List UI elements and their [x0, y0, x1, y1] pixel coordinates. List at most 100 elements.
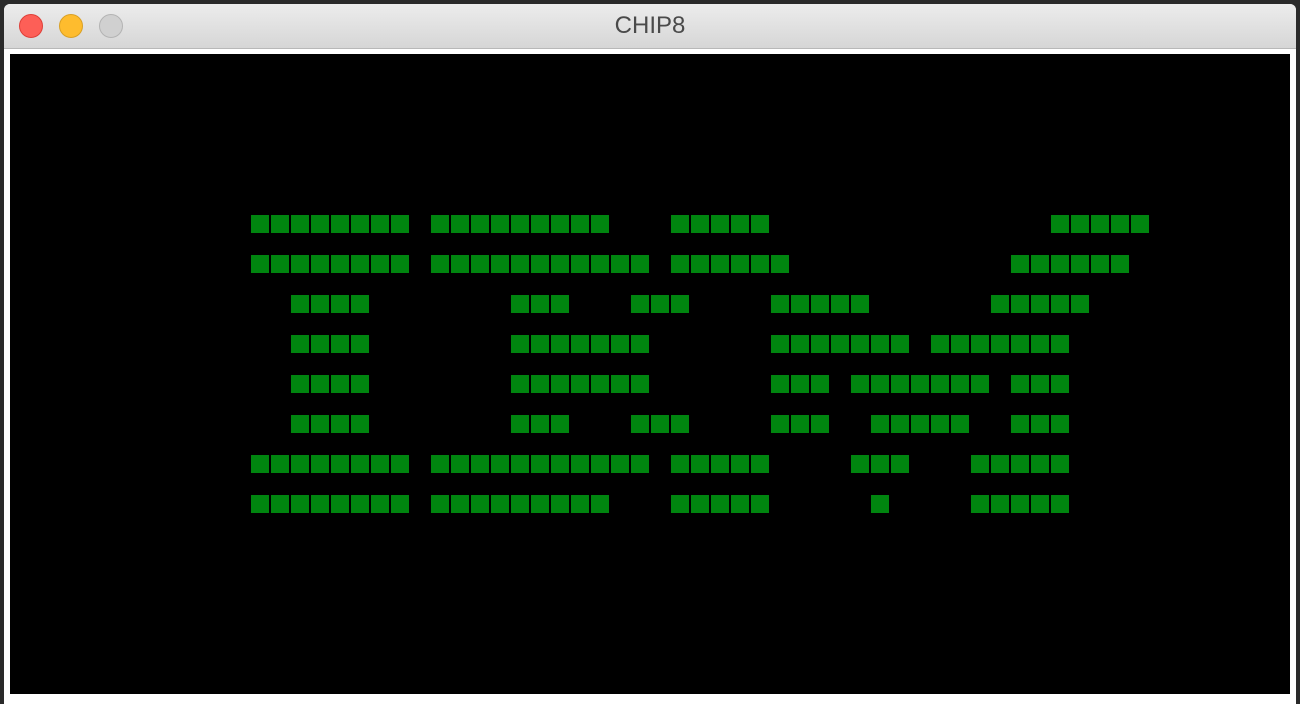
display-pixel — [611, 255, 629, 273]
display-pixel — [671, 215, 689, 233]
display-pixel — [1031, 375, 1049, 393]
display-pixel — [311, 255, 329, 273]
display-pixel — [811, 375, 829, 393]
display-pixel — [691, 495, 709, 513]
display-pixel — [831, 335, 849, 353]
display-pixel — [331, 495, 349, 513]
display-pixel — [271, 255, 289, 273]
display-pixel — [451, 455, 469, 473]
display-pixel — [931, 415, 949, 433]
display-pixel — [551, 415, 569, 433]
display-pixel — [671, 415, 689, 433]
display-pixel — [691, 455, 709, 473]
display-pixel — [651, 415, 669, 433]
display-pixel — [251, 455, 269, 473]
display-pixel — [971, 495, 989, 513]
display-pixel — [1011, 335, 1029, 353]
display-pixel — [771, 375, 789, 393]
display-pixel — [671, 295, 689, 313]
display-pixel — [731, 455, 749, 473]
display-pixel — [491, 255, 509, 273]
display-pixel — [351, 455, 369, 473]
display-pixel — [791, 415, 809, 433]
display-pixel — [751, 255, 769, 273]
display-pixel — [251, 215, 269, 233]
display-pixel — [491, 455, 509, 473]
display-pixel — [971, 455, 989, 473]
display-pixel — [491, 495, 509, 513]
display-pixel — [531, 375, 549, 393]
display-pixel — [851, 455, 869, 473]
emulator-display[interactable] — [10, 54, 1290, 694]
display-pixel — [291, 455, 309, 473]
window-title: CHIP8 — [614, 12, 686, 39]
display-pixel — [671, 255, 689, 273]
display-pixel — [351, 375, 369, 393]
display-pixel — [631, 295, 649, 313]
display-pixel — [611, 375, 629, 393]
display-pixel — [951, 375, 969, 393]
display-pixel — [731, 495, 749, 513]
display-pixel — [891, 415, 909, 433]
display-pixel — [1031, 255, 1049, 273]
display-pixel — [351, 415, 369, 433]
display-pixel — [1091, 215, 1109, 233]
display-pixel — [711, 455, 729, 473]
display-pixel — [551, 495, 569, 513]
display-pixel — [631, 455, 649, 473]
display-pixel — [371, 495, 389, 513]
display-pixel — [851, 375, 869, 393]
display-pixel — [291, 255, 309, 273]
display-pixel — [771, 335, 789, 353]
display-pixel — [871, 415, 889, 433]
display-pixel — [991, 455, 1009, 473]
display-pixel — [271, 455, 289, 473]
display-pixel — [771, 415, 789, 433]
display-pixel — [1051, 495, 1069, 513]
display-pixel — [691, 255, 709, 273]
display-pixel — [291, 335, 309, 353]
display-pixel — [591, 215, 609, 233]
display-pixel — [371, 455, 389, 473]
display-pixel — [471, 255, 489, 273]
display-pixel — [1011, 255, 1029, 273]
display-pixel — [311, 415, 329, 433]
display-pixel — [331, 455, 349, 473]
display-pixel — [1091, 255, 1109, 273]
display-pixel — [511, 495, 529, 513]
display-pixel — [751, 495, 769, 513]
title-bar[interactable]: CHIP8 — [4, 4, 1296, 49]
display-pixel — [571, 375, 589, 393]
display-pixel — [691, 215, 709, 233]
display-pixel — [971, 335, 989, 353]
display-pixel — [531, 495, 549, 513]
display-pixel — [1011, 295, 1029, 313]
display-pixel — [771, 255, 789, 273]
display-pixel — [551, 255, 569, 273]
display-pixel — [551, 375, 569, 393]
display-pixel — [391, 495, 409, 513]
display-pixel — [931, 335, 949, 353]
display-pixel — [351, 335, 369, 353]
display-pixel — [571, 215, 589, 233]
display-pixel — [1051, 215, 1069, 233]
display-pixel — [791, 295, 809, 313]
display-pixel — [1051, 295, 1069, 313]
display-pixel — [551, 215, 569, 233]
display-pixel — [711, 495, 729, 513]
display-pixel — [391, 455, 409, 473]
display-pixel — [591, 375, 609, 393]
display-pixel — [1031, 415, 1049, 433]
display-pixel — [511, 375, 529, 393]
display-pixel — [631, 415, 649, 433]
display-pixel — [351, 295, 369, 313]
display-pixel — [531, 215, 549, 233]
display-pixel — [671, 495, 689, 513]
display-pixel — [331, 375, 349, 393]
display-pixel — [871, 455, 889, 473]
display-pixel — [551, 335, 569, 353]
display-pixel — [531, 335, 549, 353]
display-pixel — [1011, 495, 1029, 513]
display-pixel — [251, 495, 269, 513]
display-pixel — [471, 455, 489, 473]
